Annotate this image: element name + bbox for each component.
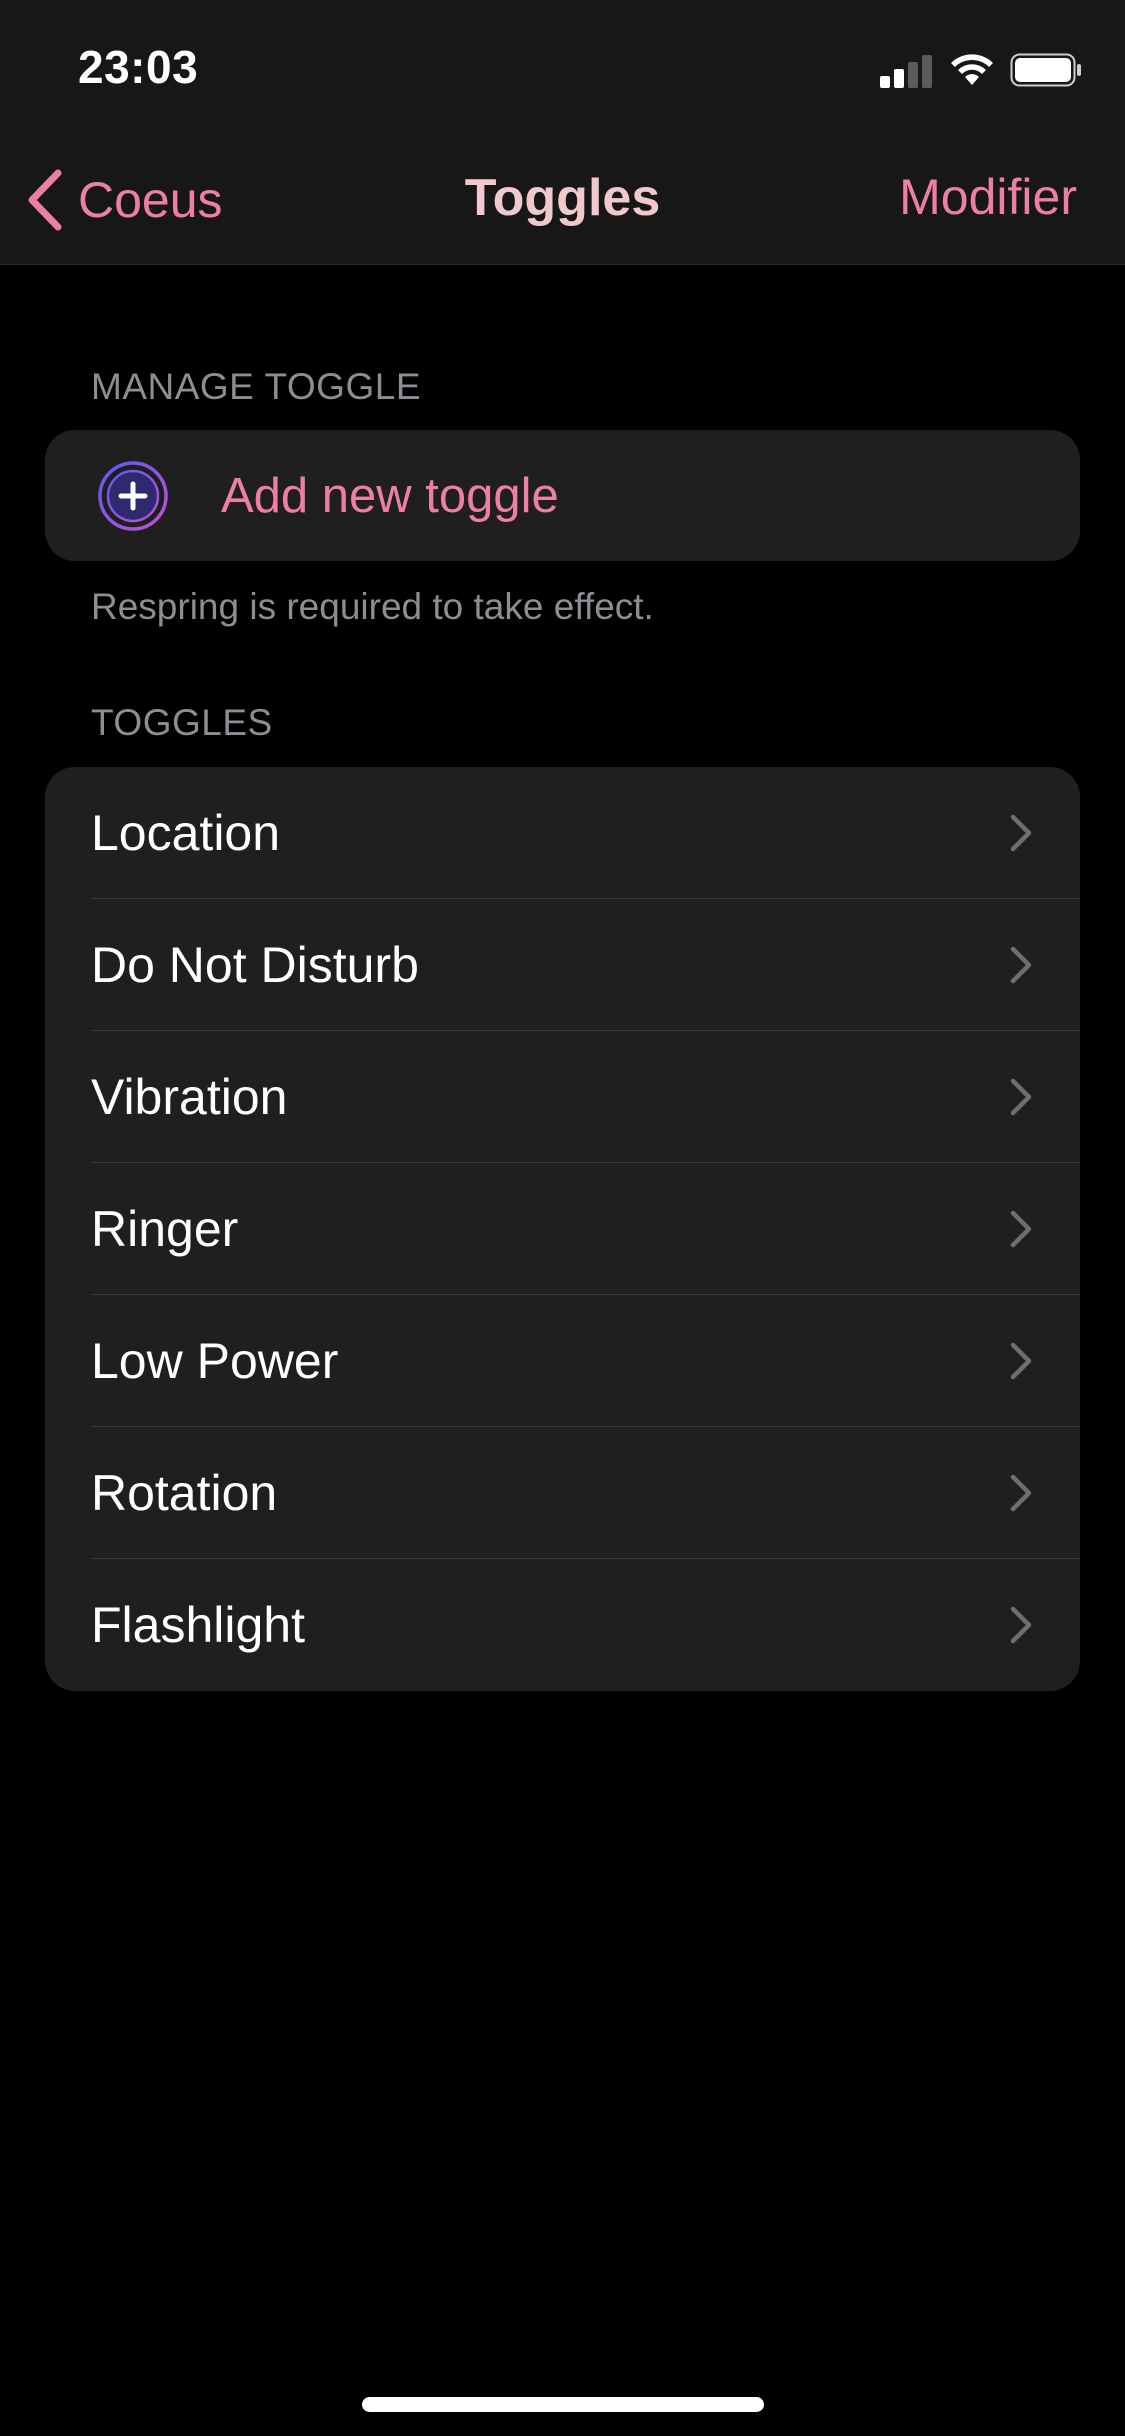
chevron-right-icon [1010, 814, 1032, 852]
toggle-row-location[interactable]: Location [45, 767, 1080, 899]
manage-group: Add new toggle [45, 430, 1080, 561]
add-new-toggle-button[interactable]: Add new toggle [45, 430, 1080, 561]
chevron-right-icon [1010, 1606, 1032, 1644]
toggle-row-label: Vibration [91, 1069, 288, 1125]
add-new-toggle-label: Add new toggle [221, 468, 559, 523]
toggle-row-do-not-disturb[interactable]: Do Not Disturb [45, 899, 1080, 1031]
toggle-row-label: Ringer [91, 1201, 239, 1257]
toggle-row-ringer[interactable]: Ringer [45, 1163, 1080, 1295]
modify-button[interactable]: Modifier [899, 168, 1077, 226]
status-time: 23:03 [78, 41, 199, 93]
toggle-row-label: Low Power [91, 1333, 339, 1389]
toggle-row-rotation[interactable]: Rotation [45, 1427, 1080, 1559]
section-footer-manage: Respring is required to take effect. [91, 586, 654, 627]
battery-icon [1010, 53, 1081, 87]
toggle-row-label: Location [91, 805, 281, 861]
toggle-row-label: Flashlight [91, 1597, 305, 1653]
toggles-list: Location Do Not Disturb Vibration Ringer… [45, 767, 1080, 1691]
screen: 23:03 Coeus Toggles Modifier MANAGE TOGG… [0, 0, 1125, 2436]
cellular-signal-icon [880, 52, 934, 88]
toggle-row-label: Do Not Disturb [91, 937, 419, 993]
chevron-right-icon [1010, 1474, 1032, 1512]
chevron-right-icon [1010, 1078, 1032, 1116]
toggle-row-label: Rotation [91, 1465, 278, 1521]
section-header-manage: MANAGE TOGGLE [91, 366, 421, 407]
chevron-right-icon [1010, 946, 1032, 984]
section-header-toggles: TOGGLES [91, 702, 273, 743]
home-indicator[interactable] [362, 2397, 764, 2412]
toggle-row-low-power[interactable]: Low Power [45, 1295, 1080, 1427]
toggle-row-vibration[interactable]: Vibration [45, 1031, 1080, 1163]
wifi-icon [951, 54, 993, 85]
plus-circle-icon [98, 460, 168, 531]
chevron-right-icon [1010, 1210, 1032, 1248]
toggle-row-flashlight[interactable]: Flashlight [45, 1559, 1080, 1691]
chevron-right-icon [1010, 1342, 1032, 1380]
